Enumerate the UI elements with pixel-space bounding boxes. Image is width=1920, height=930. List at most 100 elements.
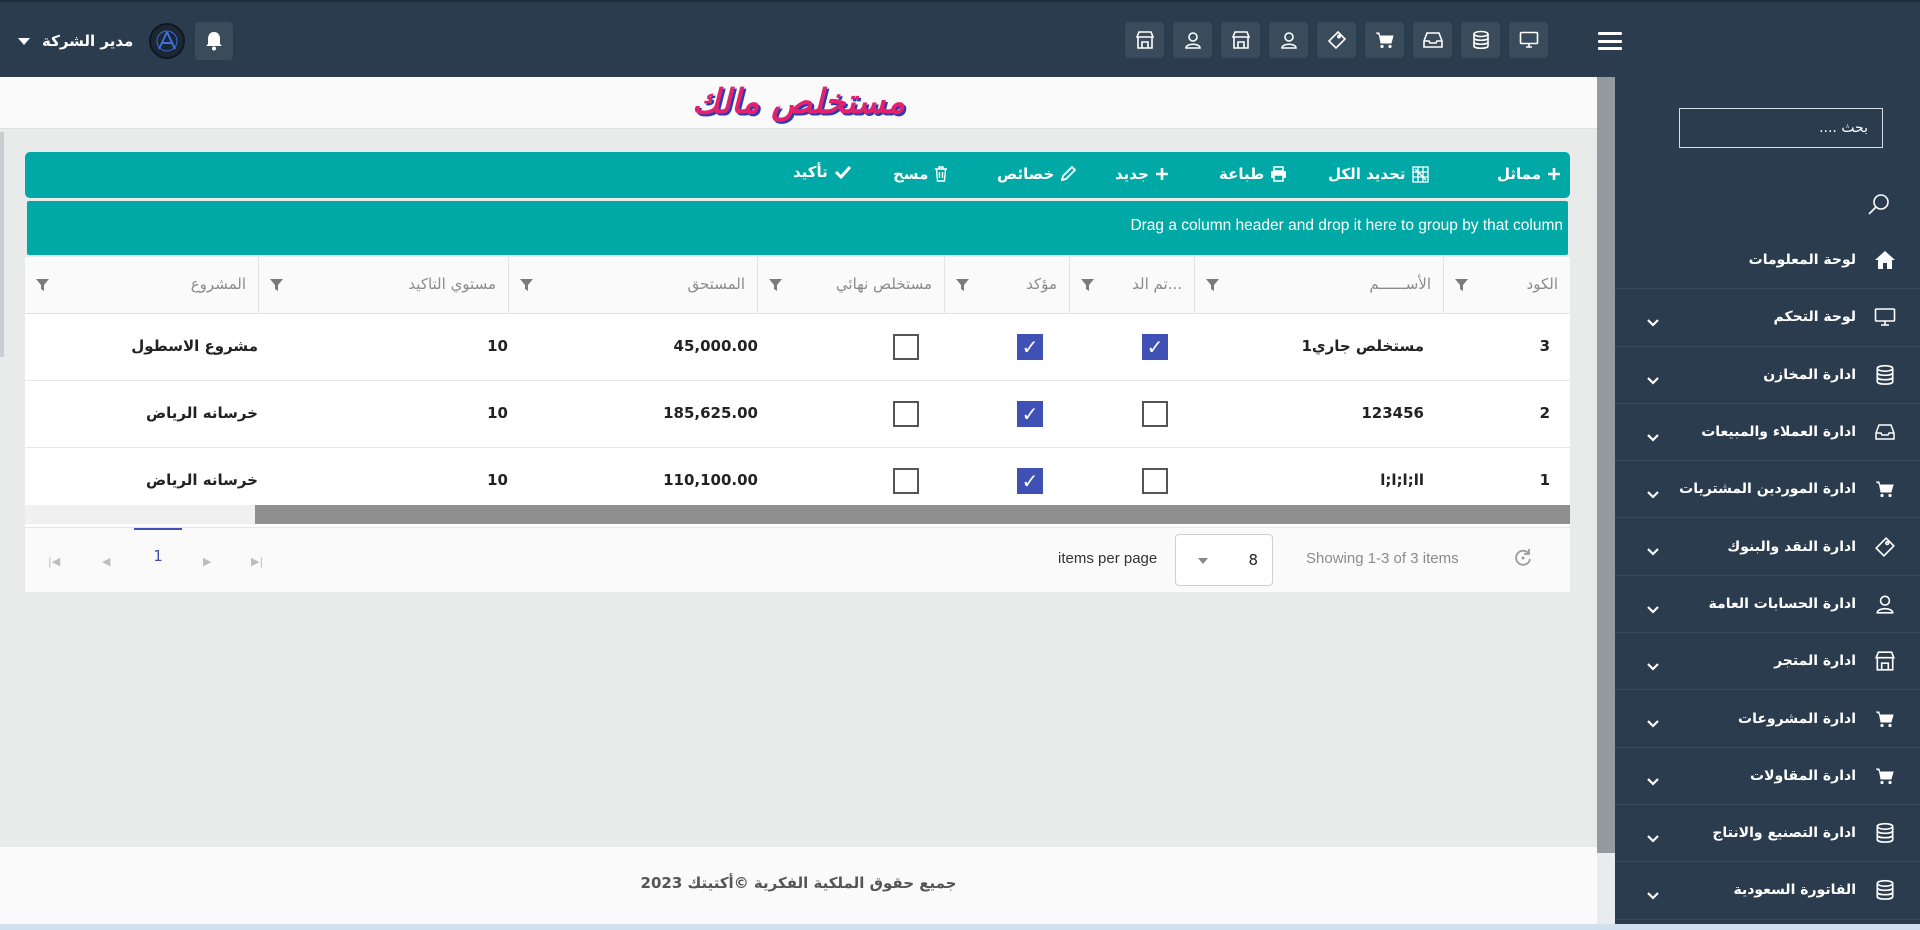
filter-icon[interactable] xyxy=(269,278,284,296)
user-name[interactable]: مدير الشركة xyxy=(42,32,133,50)
select-all-button[interactable]: تحديد الكل xyxy=(1328,165,1429,183)
sidebar-item[interactable]: ادارة المقاولات xyxy=(1615,748,1920,805)
cell-code: 1 xyxy=(1539,471,1550,489)
database-icon xyxy=(1870,822,1900,844)
filter-icon[interactable] xyxy=(35,278,50,296)
sidebar-item[interactable]: ادارة الحسابات العامة xyxy=(1615,576,1920,634)
sidebar-item-label: ادارة العملاء والمبيعات xyxy=(1701,424,1856,441)
filter-icon[interactable] xyxy=(768,278,783,296)
new-button[interactable]: جديد xyxy=(1115,165,1169,183)
chevron-down-icon[interactable] xyxy=(1647,485,1659,503)
column-header-name[interactable]: الأســــــم xyxy=(1194,257,1443,314)
grid-header: الكود الأســــــم تم الد... مؤكد مستخلص … xyxy=(25,257,1570,314)
sidebar-item[interactable]: ادارة المشروعات xyxy=(1615,690,1920,748)
next-page-icon[interactable]: ▶ xyxy=(203,555,211,568)
delete-button[interactable]: مسح xyxy=(893,165,948,183)
column-header-final[interactable]: مستخلص نهائي xyxy=(757,257,944,314)
monitor-icon[interactable] xyxy=(1509,22,1548,58)
checkbox-done[interactable] xyxy=(1142,401,1168,427)
column-header-confirm-level[interactable]: مستوي التاكيد xyxy=(258,257,508,314)
filter-icon[interactable] xyxy=(1080,278,1095,296)
copyright-text: جميع حقوق الملكية الفكرية ©أكتيتك 2023 xyxy=(640,874,957,892)
properties-button[interactable]: خصائص xyxy=(997,165,1077,183)
search-icon[interactable] xyxy=(1867,192,1891,220)
page-title-bar: مستخلص مالك xyxy=(0,77,1597,129)
horizontal-scrollbar-thumb[interactable] xyxy=(255,505,1570,524)
user-icon[interactable] xyxy=(1173,22,1212,58)
chevron-down-icon[interactable] xyxy=(1647,714,1659,732)
sidebar-item[interactable]: الفاتورة السعودية xyxy=(1615,862,1920,920)
sidebar-item[interactable]: ادارة العملاء والمبيعات xyxy=(1615,404,1920,462)
chevron-down-icon[interactable] xyxy=(1198,558,1208,564)
inbox-icon[interactable] xyxy=(1413,22,1452,58)
group-by-panel[interactable]: Drag a column header and drop it here to… xyxy=(27,201,1568,255)
horizontal-scrollbar[interactable] xyxy=(25,505,1570,524)
filter-icon[interactable] xyxy=(1454,278,1469,296)
chevron-down-icon[interactable] xyxy=(1647,657,1659,675)
quick-access-toolbar xyxy=(1125,22,1548,58)
chevron-down-icon[interactable] xyxy=(1647,313,1659,331)
cell-confirm-level: 10 xyxy=(487,471,508,489)
chevron-down-icon[interactable] xyxy=(1647,772,1659,790)
checkbox-confirmed[interactable]: ✓ xyxy=(1017,334,1043,360)
store-icon[interactable] xyxy=(1125,22,1164,58)
sidebar-item-label: ادارة التصنيع والانتاج xyxy=(1712,825,1856,842)
ticket-icon[interactable] xyxy=(1317,22,1356,58)
column-header-label: تم الد... xyxy=(1132,275,1182,293)
store-icon[interactable] xyxy=(1221,22,1260,58)
column-header-done[interactable]: تم الد... xyxy=(1069,257,1194,314)
database-icon[interactable] xyxy=(1461,22,1500,58)
checkbox-final[interactable] xyxy=(893,334,919,360)
checkbox-done[interactable]: ✓ xyxy=(1142,334,1168,360)
table-row[interactable]: 3 مستخلص جاري1 ✓ ✓ 45,000.00 10 مشروع الاسطول xyxy=(25,314,1570,381)
company-logo-avatar[interactable] xyxy=(149,23,186,59)
last-page-icon[interactable]: ▶| xyxy=(251,555,263,568)
column-header-confirmed[interactable]: مؤكد xyxy=(944,257,1069,314)
previous-page-icon[interactable]: ◀ xyxy=(102,555,110,568)
sidebar-item[interactable]: ادارة التصنيع والانتاج xyxy=(1615,805,1920,863)
chevron-down-icon[interactable] xyxy=(1647,371,1659,389)
chevron-down-icon[interactable] xyxy=(1647,886,1659,904)
checkbox-confirmed[interactable]: ✓ xyxy=(1017,468,1043,494)
filter-icon[interactable] xyxy=(955,278,970,296)
refresh-icon[interactable] xyxy=(1513,548,1533,572)
confirm-button[interactable]: تأكيد xyxy=(793,163,852,181)
page-number[interactable]: 1 xyxy=(134,528,182,582)
checkbox-final[interactable] xyxy=(893,468,919,494)
chevron-down-icon[interactable] xyxy=(1647,829,1659,847)
notifications-button[interactable] xyxy=(195,22,234,60)
sidebar-item[interactable]: لوحة المعلومات xyxy=(1615,232,1920,290)
sidebar-item[interactable]: ادارة النقد والبنوك xyxy=(1615,518,1920,576)
column-header-due[interactable]: المستحق xyxy=(508,257,757,314)
chevron-down-icon[interactable] xyxy=(18,37,30,45)
chevron-down-icon[interactable] xyxy=(1647,600,1659,618)
column-header-code[interactable]: الكود xyxy=(1443,257,1570,314)
user-icon[interactable] xyxy=(1269,22,1308,58)
menu-toggle-button[interactable] xyxy=(1598,30,1622,52)
database-icon xyxy=(1870,879,1900,901)
cell-name: 123456 xyxy=(1361,404,1424,422)
similar-button[interactable]: مماثل xyxy=(1497,165,1561,183)
chevron-down-icon[interactable] xyxy=(1647,428,1659,446)
checkbox-final[interactable] xyxy=(893,401,919,427)
checkbox-done[interactable] xyxy=(1142,468,1168,494)
cart-icon[interactable] xyxy=(1365,22,1404,58)
print-button[interactable]: طباعة xyxy=(1219,165,1287,183)
filter-icon[interactable] xyxy=(1205,278,1220,296)
table-row[interactable]: 2 123456 ✓ 185,625.00 10 خرسانه الرياض xyxy=(25,381,1570,448)
group-by-hint: Drag a column header and drop it here to… xyxy=(1130,217,1563,234)
first-page-icon[interactable]: |◀ xyxy=(48,555,60,568)
user-menu[interactable]: مدير الشركة xyxy=(18,22,234,60)
sidebar-search-input[interactable] xyxy=(1679,108,1883,148)
checkbox-confirmed[interactable]: ✓ xyxy=(1017,401,1043,427)
page-size-select[interactable]: 8 xyxy=(1175,534,1273,586)
sidebar-item[interactable]: ادارة المتجر xyxy=(1615,633,1920,691)
sidebar-item[interactable]: لوحة التحكم xyxy=(1615,289,1920,347)
vertical-scrollbar[interactable] xyxy=(1597,77,1615,853)
sidebar-item[interactable]: ادارة الموردين المشتريات xyxy=(1615,461,1920,519)
filter-icon[interactable] xyxy=(519,278,534,296)
chevron-down-icon[interactable] xyxy=(1647,542,1659,560)
sidebar-item[interactable]: ادارة المخازن xyxy=(1615,347,1920,404)
delete-label: مسح xyxy=(893,165,929,183)
column-header-project[interactable]: المشروع xyxy=(25,257,258,314)
